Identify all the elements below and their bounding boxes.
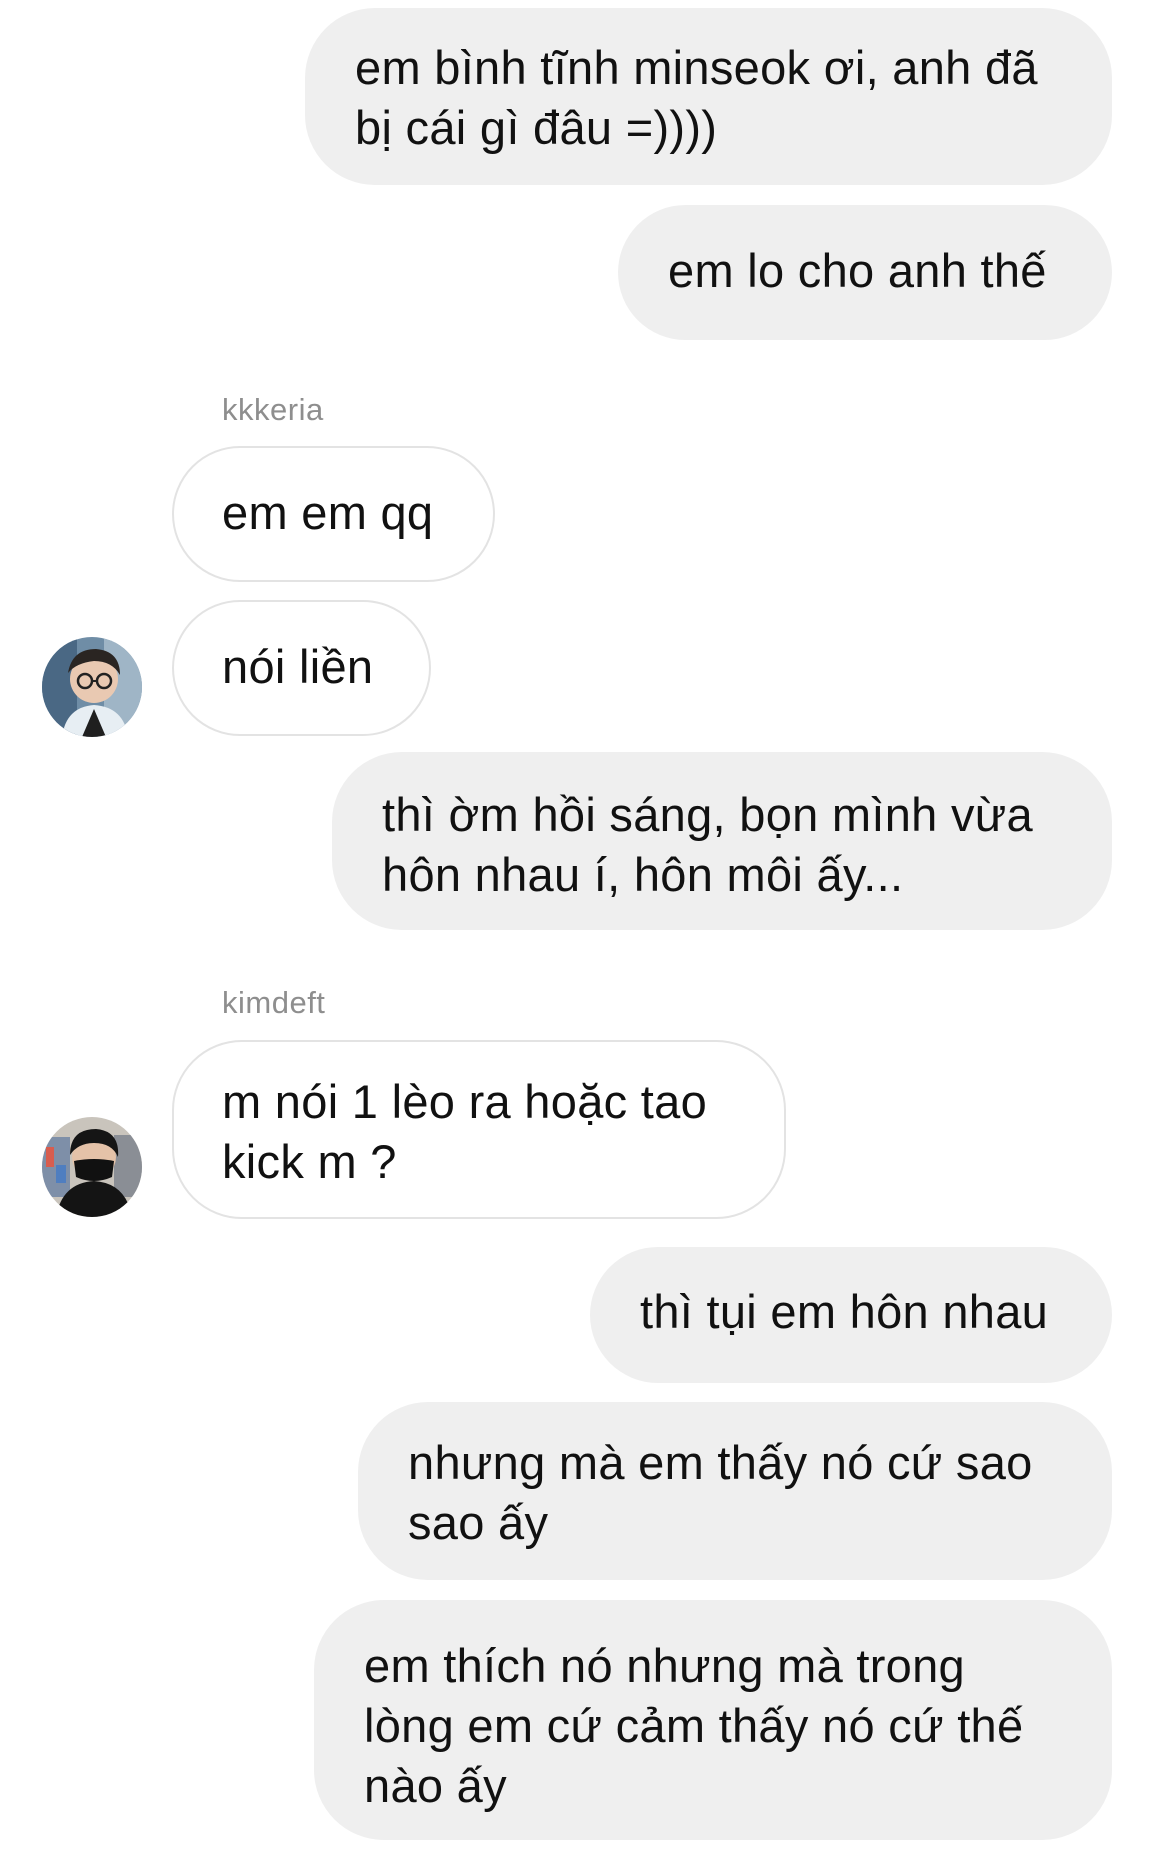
incoming-message-bubble[interactable]: nói liền: [172, 600, 431, 736]
kkkeria-avatar[interactable]: [42, 637, 142, 737]
kimdeft-avatar[interactable]: [42, 1117, 142, 1217]
outgoing-message-bubble[interactable]: thì tụi em hôn nhau: [590, 1247, 1112, 1383]
outgoing-message-bubble[interactable]: em thích nó nhưng mà trong lòng em cứ cả…: [314, 1600, 1112, 1840]
incoming-message-bubble[interactable]: em em qq: [172, 446, 495, 582]
outgoing-message-bubble[interactable]: em lo cho anh thế: [618, 205, 1112, 340]
outgoing-message-bubble[interactable]: thì ờm hồi sáng, bọn mình vừa hôn nhau í…: [332, 752, 1112, 930]
outgoing-message-bubble[interactable]: em bình tĩnh minseok ơi, anh đã bị cái g…: [305, 8, 1112, 185]
outgoing-message-bubble[interactable]: nhưng mà em thấy nó cứ sao sao ấy: [358, 1402, 1112, 1580]
incoming-message-bubble[interactable]: m nói 1 lèo ra hoặc tao kick m ?: [172, 1040, 786, 1219]
sender-name: kkkeria: [222, 392, 324, 427]
chat-thread: em bình tĩnh minseok ơi, anh đã bị cái g…: [0, 0, 1169, 1854]
sender-name: kimdeft: [222, 985, 326, 1020]
